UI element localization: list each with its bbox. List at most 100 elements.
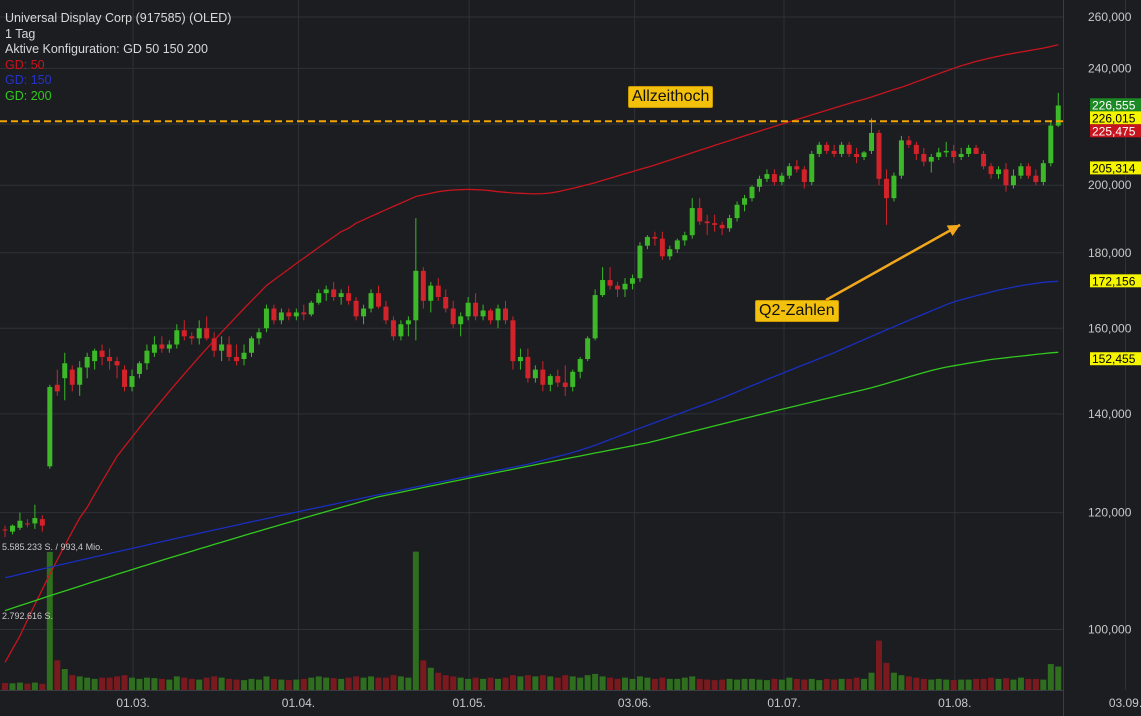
volume-bar [943,679,950,690]
y-tick-label: 180,000 [1088,246,1132,260]
volume-bar [868,672,875,690]
volume-bar [644,677,651,690]
volume-bar [61,668,68,690]
candle-body [928,156,934,162]
volume-bar [763,680,770,690]
candle-body [988,166,994,175]
volume-bar [293,679,300,690]
candle-body [9,525,15,532]
volume-bar [203,677,210,690]
candle-body [592,295,598,339]
volume-bar [128,677,135,690]
volume-bar [659,677,666,690]
volume-bar [188,678,195,690]
candle-body [398,324,404,337]
candle-body [122,369,128,387]
volume-bar [958,679,965,690]
x-tick-label: 01.03. [116,696,149,710]
volume-bar [965,679,972,690]
candle-body [547,376,553,385]
candle-body [301,312,307,315]
volume-bar [121,675,128,690]
volume-bar [599,676,606,690]
volume-bar [749,678,755,690]
candle-body [196,328,202,339]
candle-body [1018,166,1024,176]
candle-body [906,140,912,145]
candle-body [607,280,613,286]
candle-body [99,350,105,357]
legend-gd50: GD: 50 [5,57,45,72]
volume-bar [308,677,315,690]
candle-body [107,356,113,362]
candle-body [943,150,949,153]
candle-body [973,147,979,154]
candle-body [331,289,337,297]
candle-body [114,361,120,366]
candle-body [831,150,837,154]
candle-body [629,278,635,284]
volume-bar [330,678,337,690]
candle-body [1010,175,1016,186]
candle-body [405,320,411,325]
candle-body [659,238,665,257]
candle-body [159,344,165,349]
candle-body [129,376,135,387]
candle-body [24,523,30,525]
volume-bar [368,676,375,690]
candle-body [958,153,964,157]
candle-body [682,235,688,241]
x-tick-label: 03.06. [618,696,651,710]
y-tick-label: 260,000 [1088,10,1132,24]
candle-body [435,285,441,297]
chart-background [0,0,1141,716]
volume-bar [614,678,621,690]
volume-bar [509,675,516,690]
candle-body [390,320,396,337]
candle-body [278,312,284,321]
candle-body [308,302,314,315]
volume-bar [360,677,367,690]
candle-body [1003,169,1009,186]
volume-bar [704,679,711,690]
candle-body [869,132,875,151]
volume-bar [9,683,16,690]
volume-bar [875,640,882,690]
volume-bar [114,676,121,690]
candle-body [600,280,606,296]
candle-body [839,144,845,154]
candle-body [854,153,860,157]
volume-max-label: 5.585.233 S. / 993,4 Mio. [2,542,103,552]
candle-body [368,293,374,309]
volume-bar [928,679,935,690]
legend-gd150: GD: 150 [5,73,52,87]
candle-body [32,518,38,524]
volume-bar [233,679,240,690]
price-tag-text: 172,156 [1092,274,1136,288]
volume-bar [816,680,823,690]
candle-body [637,245,643,279]
candle-body [263,308,269,329]
y-tick-label: 100,000 [1088,623,1132,637]
volume-bar [270,678,277,690]
candle-body [786,166,792,176]
candle-body [226,344,232,357]
volume-bar [629,678,636,690]
candle-body [69,369,75,385]
volume-bar [689,676,696,690]
volume-bar [607,677,614,690]
candle-body [615,285,621,290]
volume-bar [91,678,98,690]
candle-body [921,153,927,162]
candle-body [540,369,546,385]
candle-body [420,270,426,301]
volume-bar [390,675,397,690]
volume-bar [674,678,681,690]
candle-body [2,529,8,531]
candle-body [667,249,673,257]
candle-body [488,310,494,321]
candle-body [674,240,680,250]
volume-bar [1055,666,1062,690]
candle-body [458,316,464,325]
volume-bar [861,678,868,690]
